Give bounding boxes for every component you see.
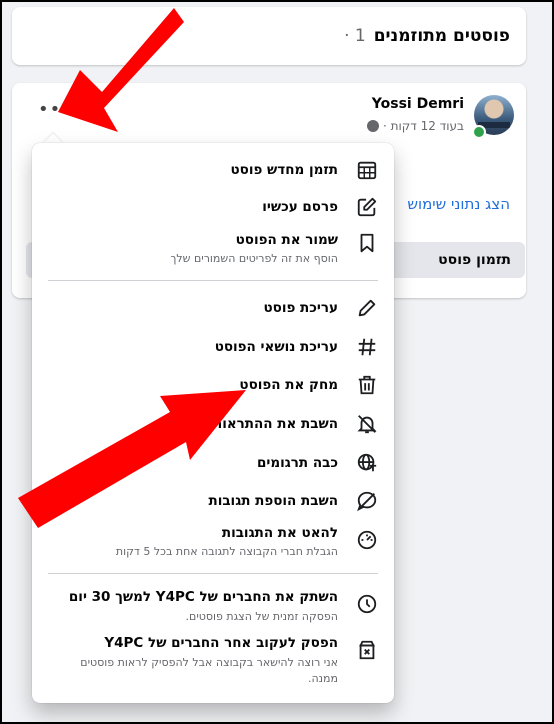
hashtag-icon: [358, 338, 376, 356]
menu-item-unfollow-members[interactable]: הפסק לעקוב אחר החברים של Y4PC אני רוצה ל…: [40, 633, 386, 691]
speedometer-icon: [357, 530, 377, 550]
edit-square-icon: [357, 197, 377, 217]
menu-divider: [48, 573, 378, 574]
menu-item-turn-off-translations[interactable]: כבה תרגומים: [40, 450, 386, 478]
menu-item-description: הוסף את זה לפריטים השמורים שלך: [170, 252, 338, 265]
page-title: פוסטים מתוזמנים1 ·: [344, 26, 510, 46]
menu-item-label: שמור את הפוסט: [235, 232, 338, 248]
pencil-icon: [358, 299, 376, 317]
menu-item-label: מחק את הפוסט: [239, 377, 338, 393]
menu-item-disable-comments[interactable]: השבת הוספת תגובות: [40, 488, 386, 516]
menu-item-label: כבה תרגומים: [256, 455, 338, 471]
post-meta: בעוד 12 דקות ·: [366, 119, 464, 133]
online-status-dot: [472, 125, 486, 139]
globe-icon: [366, 120, 379, 132]
comment-off-icon: [357, 491, 377, 512]
menu-divider: [48, 280, 378, 281]
menu-item-description: אני רוצה להישאר בקבוצה אבל להפסיק לראות …: [80, 656, 338, 669]
more-options-button[interactable]: •••: [38, 101, 73, 119]
scheduled-time: בעוד 12 דקות ·: [382, 119, 464, 133]
menu-item-label: השבת את ההתראות: [212, 416, 338, 432]
menu-item-description: הפסקה זמנית של הצגת פוסטים.: [185, 610, 338, 623]
menu-item-label: פרסם עכשיו: [262, 199, 338, 215]
scheduled-posts-header: פוסטים מתוזמנים1 ·: [12, 7, 526, 65]
author-name[interactable]: Yossi Demri: [372, 96, 464, 112]
menu-item-description: הגבלת חברי הקבוצה לתגובה אחת בכל 5 דקות: [115, 545, 338, 558]
unfollow-box-icon: [359, 640, 375, 660]
trash-icon: [358, 375, 376, 395]
menu-item-slow-comments[interactable]: להאט את התגובות הגבלת חברי הקבוצה לתגובה…: [40, 523, 386, 563]
calendar-icon: [357, 161, 377, 180]
usage-stats-link[interactable]: הצג נתוני שימוש: [407, 195, 510, 213]
menu-item-mute-members[interactable]: השתק את החברים של Y4PC למשך 30 יום הפסקה…: [40, 587, 386, 627]
menu-item-label: הפסק לעקוב אחר החברים של Y4PC: [104, 635, 338, 651]
menu-item-label: עריכת נושאי הפוסט: [214, 339, 338, 355]
menu-item-disable-notifications[interactable]: השבת את ההתראות: [40, 411, 386, 439]
menu-item-edit-post[interactable]: עריכת פוסט: [40, 295, 386, 323]
globe-translate-icon: [357, 453, 377, 472]
schedule-post-label: תזמון פוסט: [438, 252, 511, 268]
menu-item-edit-topics[interactable]: עריכת נושאי הפוסט: [40, 334, 386, 362]
menu-item-label: תזמן מחדש פוסט: [230, 162, 338, 178]
menu-item-label: עריכת פוסט: [263, 300, 338, 316]
menu-item-label: השתק את החברים של Y4PC למשך 30 יום: [68, 589, 338, 605]
clock-icon: [357, 594, 377, 614]
menu-item-label: להאט את התגובות: [221, 525, 338, 541]
bookmark-icon: [360, 233, 374, 253]
menu-item-publish-now[interactable]: פרסם עכשיו: [40, 194, 386, 222]
post-count: 1 ·: [344, 26, 366, 46]
menu-item-label: השבת הוספת תגובות: [208, 493, 338, 509]
post-options-menu: תזמן מחדש פוסט פרסם עכשיו שמור את הפוסט …: [32, 143, 394, 703]
menu-item-save-post[interactable]: שמור את הפוסט הוסף את זה לפריטים השמורים…: [40, 230, 386, 270]
bell-off-icon: [357, 415, 377, 434]
menu-item-reschedule[interactable]: תזמן מחדש פוסט: [40, 157, 386, 185]
menu-item-description-continued: ממנה.: [307, 672, 338, 685]
menu-item-delete-post[interactable]: מחק את הפוסט: [40, 372, 386, 400]
